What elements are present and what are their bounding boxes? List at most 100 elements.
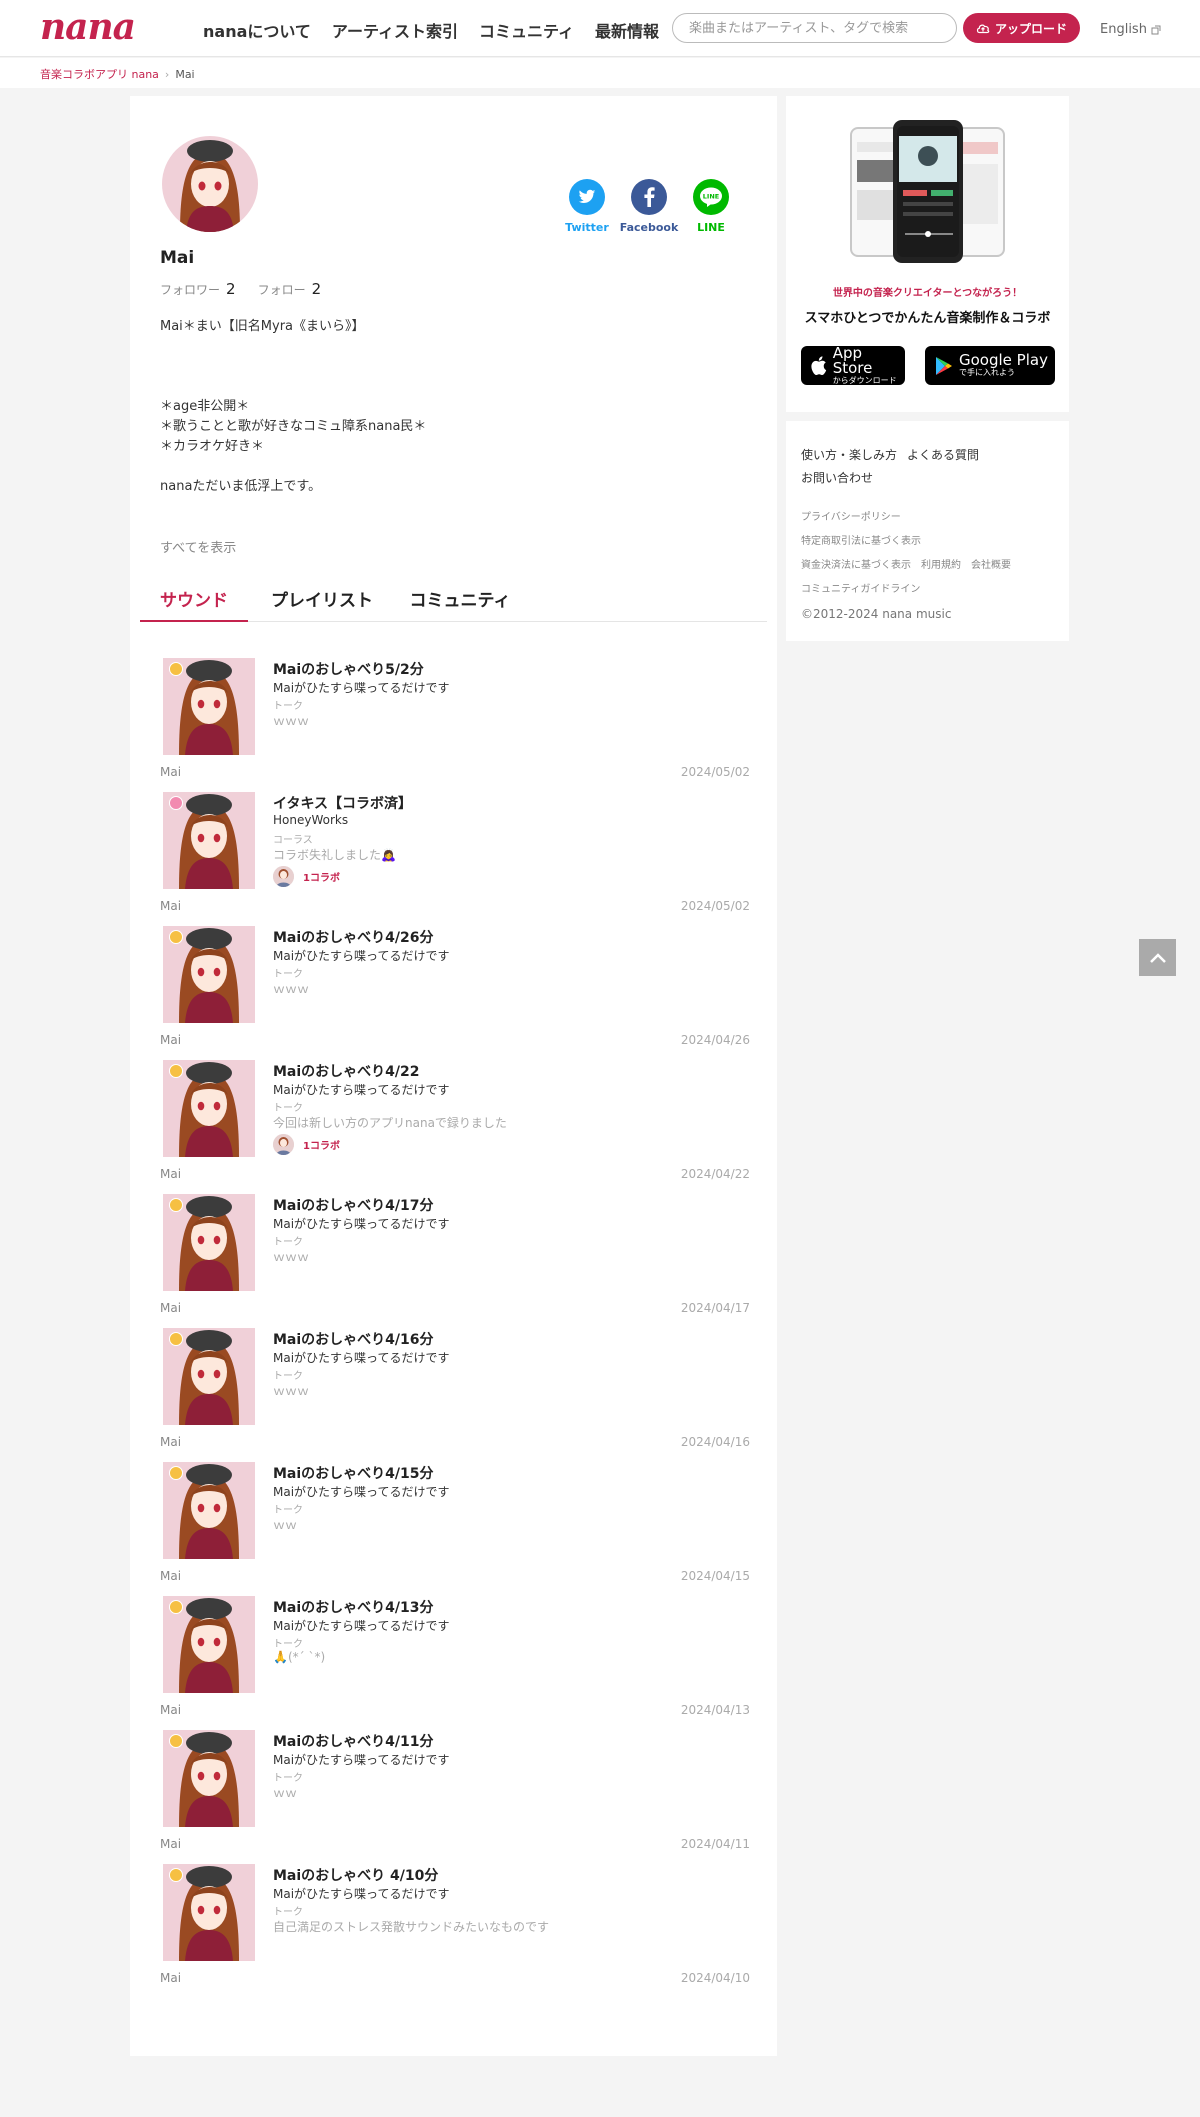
followers-count[interactable]: 2 [226,280,236,298]
nana-logo[interactable]: nana [40,6,136,48]
share-twitter[interactable]: Twitter [557,179,617,234]
sound-date: 2024/04/17 [680,1301,750,1315]
sound-title[interactable]: Maiのおしゃべり4/26分 [273,927,434,947]
sound-user[interactable]: Mai [160,1435,181,1449]
collab-info[interactable]: 1コラボ [273,1134,340,1155]
sound-user[interactable]: Mai [160,899,181,913]
sound-user[interactable]: Mai [160,1569,181,1583]
sound-user[interactable]: Mai [160,1167,181,1181]
sound-artist: Maiがひたすら喋ってるだけです [273,949,450,963]
sound-user[interactable]: Mai [160,1703,181,1717]
sound-thumbnail[interactable] [163,1194,255,1291]
sound-item[interactable]: イタキス【コラボ済】 HoneyWorks コーラス コラボ失礼しました🙇‍♀ 1コラボ… [160,792,750,926]
sound-thumbnail[interactable] [163,792,255,889]
sound-thumbnail[interactable] [163,1462,255,1559]
link-contact[interactable]: お問い合わせ [801,469,873,486]
link-faq[interactable]: よくある質問 [907,446,979,463]
following-label[interactable]: フォロー [258,281,306,298]
app-store-button[interactable]: App Store からダウンロード [801,343,905,385]
link-terms[interactable]: 利用規約 [921,556,961,571]
google-play-title: Google Play [959,351,1048,369]
sound-thumbnail[interactable] [163,1864,255,1961]
sound-date: 2024/04/10 [680,1971,750,1985]
sound-user[interactable]: Mai [160,1301,181,1315]
share-line[interactable]: LINE LINE [681,179,741,234]
sound-artist: Maiがひたすら喋ってるだけです [273,1083,450,1097]
sound-thumbnail[interactable] [163,658,255,755]
svg-text:LINE: LINE [703,193,719,201]
sound-title[interactable]: Maiのおしゃべり4/11分 [273,1731,434,1751]
sound-title[interactable]: Maiのおしゃべり5/2分 [273,659,424,679]
sound-title[interactable]: Maiのおしゃべり4/15分 [273,1463,434,1483]
sound-title[interactable]: Maiのおしゃべり4/16分 [273,1329,434,1349]
followers-label[interactable]: フォロワー [160,281,220,298]
link-privacy[interactable]: プライバシーポリシー [801,508,901,523]
app-store-title: App Store [832,343,873,377]
sound-artist: Maiがひたすら喋ってるだけです [273,1217,450,1231]
sound-item[interactable]: Maiのおしゃべり4/26分 Maiがひたすら喋ってるだけです トーク ｗｗｗ Mai 2… [160,926,750,1060]
sound-item[interactable]: Maiのおしゃべり4/15分 Maiがひたすら喋ってるだけです トーク ｗｗ Mai 20… [160,1462,750,1596]
sound-title[interactable]: Maiのおしゃべり4/13分 [273,1597,434,1617]
link-shikin[interactable]: 資金決済法に基づく表示 [801,556,911,571]
share-facebook[interactable]: Facebook [619,179,679,234]
google-play-button[interactable]: Google Play で手に入れよう [925,346,1055,385]
sound-date: 2024/04/11 [680,1837,750,1851]
breadcrumb: 音楽コラボアプリ nana › Mai [0,58,1200,88]
sound-title[interactable]: イタキス【コラボ済】 [273,793,412,813]
tab-community[interactable]: コミュニティ [405,582,515,622]
sound-item[interactable]: Maiのおしゃべり4/22 Maiがひたすら喋ってるだけです トーク 今回は新しい方の… [160,1060,750,1194]
link-company[interactable]: 会社概要 [971,556,1011,571]
following-count[interactable]: 2 [312,280,322,298]
nav-about[interactable]: nanaについて [203,18,311,42]
sound-user[interactable]: Mai [160,1971,181,1985]
tab-sounds[interactable]: サウンド [140,582,248,622]
link-tokusho[interactable]: 特定商取引法に基づく表示 [801,532,921,547]
sound-user[interactable]: Mai [160,765,181,779]
talk-badge-icon [169,1064,183,1078]
language-switch[interactable]: English [1100,22,1161,37]
sound-date: 2024/04/16 [680,1435,750,1449]
sound-artist: Maiがひたすら喋ってるだけです [273,681,450,695]
external-link-icon [1151,25,1161,34]
link-guideline[interactable]: コミュニティガイドライン [801,580,920,595]
sound-caption: ｗｗｗ [273,1384,310,1398]
nav-community[interactable]: コミュニティ [479,18,574,42]
back-to-top-button[interactable] [1139,939,1176,976]
link-how-to[interactable]: 使い方・楽しみ方 [801,446,897,463]
sound-category: トーク [273,1773,303,1784]
sound-item[interactable]: Maiのおしゃべり4/17分 Maiがひたすら喋ってるだけです トーク ｗｗｗ Mai 2… [160,1194,750,1328]
tab-playlists[interactable]: プレイリスト [268,582,376,622]
sound-thumbnail[interactable] [163,1060,255,1157]
sound-title[interactable]: Maiのおしゃべり4/17分 [273,1195,434,1215]
show-all-link[interactable]: すべてを表示 [160,537,236,556]
sound-item[interactable]: Maiのおしゃべり 4/10分 Maiがひたすら喋ってるだけです トーク 自己満足のス… [160,1864,750,1998]
sound-item[interactable]: Maiのおしゃべり4/16分 Maiがひたすら喋ってるだけです トーク ｗｗｗ Mai 2… [160,1328,750,1462]
collab-info[interactable]: 1コラボ [273,866,340,887]
search-input[interactable] [672,13,957,43]
sound-category: トーク [273,1505,303,1516]
sound-caption: ｗｗ [273,1786,298,1800]
nav-artist-index[interactable]: アーティスト索引 [332,18,458,42]
sound-category: トーク [273,1103,303,1114]
nav-news[interactable]: 最新情報 [595,18,659,42]
sound-title[interactable]: Maiのおしゃべり4/22 [273,1061,420,1081]
footer-links-card: 使い方・楽しみ方 よくある質問 お問い合わせ プライバシーポリシー 特定商取引法… [786,421,1069,641]
sound-thumbnail[interactable] [163,1730,255,1827]
sound-thumbnail[interactable] [163,926,255,1023]
sound-item[interactable]: Maiのおしゃべり5/2分 Maiがひたすら喋ってるだけです トーク ｗｗｗ Mai 20… [160,658,750,792]
sound-caption: ｗｗｗ [273,714,310,728]
sound-user[interactable]: Mai [160,1033,181,1047]
breadcrumb-home[interactable]: 音楽コラボアプリ nana [40,66,159,82]
sound-thumbnail[interactable] [163,1328,255,1425]
chevron-up-icon [1149,952,1166,963]
sound-thumbnail[interactable] [163,1596,255,1693]
sound-title[interactable]: Maiのおしゃべり 4/10分 [273,1865,438,1885]
sound-item[interactable]: Maiのおしゃべり4/11分 Maiがひたすら喋ってるだけです トーク ｗｗ Mai 20… [160,1730,750,1864]
sound-user[interactable]: Mai [160,1837,181,1851]
upload-button[interactable]: アップロード [963,13,1080,43]
sound-item[interactable]: Maiのおしゃべり4/13分 Maiがひたすら喋ってるだけです トーク 🙏(*´ `*… [160,1596,750,1730]
profile-name: Mai [160,248,195,268]
collab-count: 1コラボ [303,1141,340,1152]
sound-category: トーク [273,1907,303,1918]
sound-artist: HoneyWorks [273,813,349,827]
